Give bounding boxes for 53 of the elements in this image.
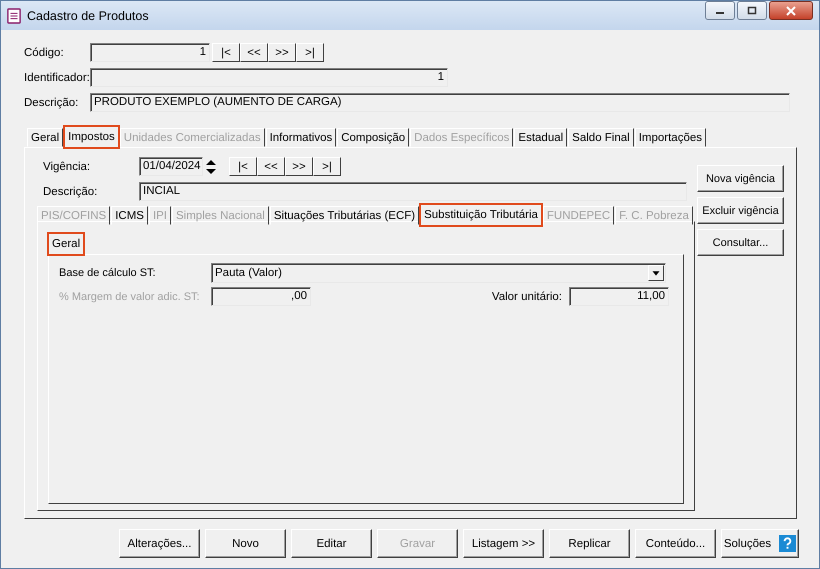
minimize-icon	[716, 12, 724, 14]
tab[interactable]: Situações Tributárias (ECF)	[270, 206, 420, 225]
field-label: % Margem de valor adic. ST:	[59, 290, 201, 302]
caret-icon	[648, 264, 664, 280]
calculation-base-dropdown[interactable]: Pauta (Valor)	[211, 262, 666, 282]
tab[interactable]: Importações	[634, 128, 706, 147]
action-button[interactable]: Conteúdo...	[635, 529, 716, 558]
navigation-button[interactable]: |<	[229, 157, 257, 176]
tab[interactable]: Saldo Final	[568, 128, 634, 147]
action-button[interactable]: Listagem >>	[463, 529, 544, 558]
field-label: Valor unitário:	[492, 290, 562, 302]
action-button[interactable]: Editar	[291, 529, 372, 558]
date-field[interactable]: 01/04/2024	[139, 157, 203, 176]
tab[interactable]: Informativos	[266, 128, 336, 147]
side-button[interactable]: Consultar...	[697, 229, 784, 256]
unit-value-field[interactable]: 11,00	[569, 287, 669, 306]
field-label: Descrição:	[43, 186, 98, 198]
navigation-button[interactable]: >>	[268, 43, 296, 62]
side-button[interactable]: Nova vigência	[697, 165, 784, 192]
solutions-button[interactable]: Soluções	[721, 529, 799, 558]
side-button[interactable]: Excluir vigência	[697, 197, 784, 224]
document-icon	[7, 8, 21, 24]
navigation-button[interactable]: >|	[313, 157, 341, 176]
field-label: Vigência:	[43, 160, 92, 172]
action-button[interactable]: Replicar	[549, 529, 630, 558]
help-icon	[779, 535, 796, 552]
navigation-button[interactable]: >|	[296, 43, 324, 62]
tab[interactable]: Substituição Tributária	[420, 204, 542, 226]
navigation-button[interactable]: |<	[212, 43, 240, 62]
tab[interactable]: Impostos	[64, 126, 119, 148]
field-label: Descrição:	[24, 96, 80, 108]
field-label: Código:	[24, 46, 65, 58]
close-button[interactable]	[769, 1, 813, 20]
close-icon	[785, 6, 797, 16]
tab[interactable]: ICMS	[111, 206, 148, 225]
description-field[interactable]: PRODUTO EXEMPLO (AUMENTO DE CARGA)	[90, 93, 790, 112]
action-button[interactable]: Alterações...	[119, 529, 200, 558]
window-title: Cadastro de Produtos	[27, 8, 149, 22]
navigation-button[interactable]: <<	[257, 157, 285, 176]
identifier-field[interactable]: 1	[90, 68, 448, 87]
description-field[interactable]: INCIAL	[139, 182, 687, 201]
action-button[interactable]: Novo	[205, 529, 286, 558]
tab[interactable]: Composição	[337, 128, 410, 147]
tab[interactable]: Geral	[48, 233, 84, 255]
code-field[interactable]: 1	[90, 43, 210, 62]
maximize-button[interactable]	[737, 1, 767, 20]
maximize-icon	[746, 6, 758, 16]
tab[interactable]: Estadual	[514, 128, 568, 147]
field-label: Identificador:	[24, 72, 90, 84]
navigation-button[interactable]: >>	[285, 157, 313, 176]
minimize-button[interactable]	[705, 1, 735, 20]
field-label: Base de cálculo ST:	[59, 266, 157, 278]
navigation-button[interactable]: <<	[240, 43, 268, 62]
